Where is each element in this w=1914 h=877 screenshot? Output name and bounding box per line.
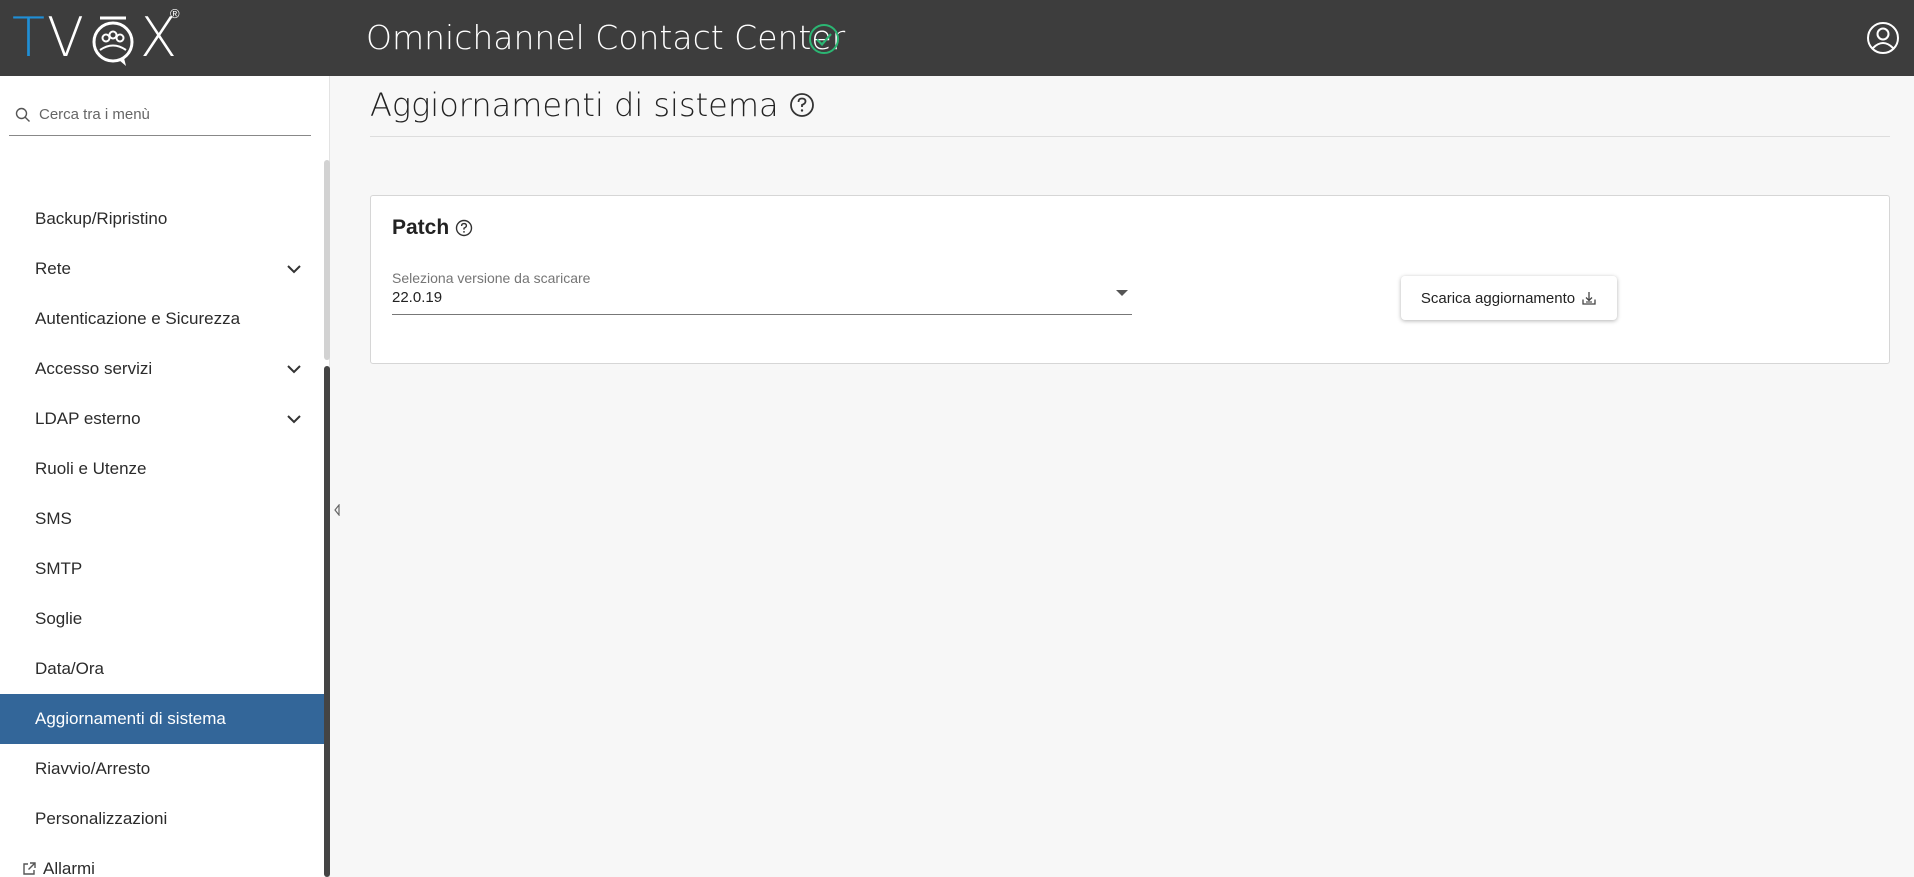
version-select-value[interactable]: 22.0.19 [392, 289, 442, 306]
sidebar-item-label: Backup/Ripristino [35, 209, 168, 228]
sidebar-item-backup-ripristino[interactable]: Backup/Ripristino [0, 194, 324, 244]
sidebar-item-label: Ruoli e Utenze [35, 459, 147, 478]
app-title: Omnichannel Contact Center [366, 18, 846, 57]
chevron-down-icon[interactable] [286, 264, 302, 274]
logo-chat-icon [86, 8, 140, 68]
download-update-button[interactable]: Scarica aggiornamento [1401, 276, 1617, 320]
search-icon [15, 107, 30, 122]
version-select[interactable]: Seleziona versione da scaricare 22.0.19 [392, 270, 1132, 315]
help-icon[interactable] [455, 219, 473, 237]
sidebar-item-accesso-servizi[interactable]: Accesso servizi [0, 344, 324, 394]
sidebar: Backup/Ripristino Rete Autenticazione e … [0, 76, 330, 877]
sidebar-item-riavvio-arresto[interactable]: Riavvio/Arresto [0, 744, 324, 794]
page-title: Aggiornamenti di sistema [370, 86, 815, 124]
sidebar-item-label: Riavvio/Arresto [35, 759, 151, 778]
scrollbar-thumb[interactable] [324, 366, 330, 877]
sidebar-item-personalizzazioni[interactable]: Personalizzazioni [0, 794, 324, 844]
top-bar: TV X ® Omnichannel Contact Center [0, 0, 1914, 76]
logo-registered-mark: ® [170, 6, 180, 21]
chevron-down-icon[interactable] [286, 414, 302, 424]
dropdown-caret-icon[interactable] [1116, 290, 1128, 296]
sidebar-item-smtp[interactable]: SMTP [0, 544, 324, 594]
version-select-label: Seleziona versione da scaricare [392, 270, 591, 286]
title-divider [370, 136, 1890, 137]
patch-card-title: Patch [392, 216, 473, 240]
menu-search[interactable] [9, 94, 311, 136]
tvox-logo: TV X [12, 6, 179, 69]
check-circle-icon [808, 23, 840, 55]
sidebar-item-sms[interactable]: SMS [0, 494, 324, 544]
page-title-text: Aggiornamenti di sistema [370, 86, 779, 124]
download-update-label: Scarica aggiornamento [1420, 289, 1576, 307]
sidebar-item-label: Accesso servizi [35, 359, 153, 378]
patch-title-text: Patch [392, 216, 450, 239]
sidebar-item-data-ora[interactable]: Data/Ora [0, 644, 324, 694]
sidebar-item-ruoli-utenze[interactable]: Ruoli e Utenze [0, 444, 324, 494]
sidebar-item-aggiornamenti[interactable]: Aggiornamenti di sistema [0, 694, 324, 744]
patch-card: Patch Seleziona versione da scaricare 22… [370, 195, 1890, 364]
sidebar-item-label: Rete [35, 259, 71, 278]
sidebar-item-label: Data/Ora [35, 659, 104, 678]
scrollbar-track[interactable] [324, 160, 330, 360]
download-icon [1581, 290, 1597, 306]
sidebar-item-label: Aggiornamenti di sistema [35, 709, 226, 728]
sidebar-item-label: Soglie [35, 609, 83, 628]
sidebar-item-label: Autenticazione e Sicurezza [35, 309, 241, 328]
user-circle-icon[interactable] [1866, 21, 1900, 55]
sidebar-item-label: Allarmi [43, 859, 95, 877]
sidebar-item-rete[interactable]: Rete [0, 244, 324, 294]
search-input[interactable] [39, 106, 299, 123]
sidebar-item-label: SMS [35, 509, 72, 528]
chevron-left-icon [334, 504, 340, 516]
sidebar-menu: Backup/Ripristino Rete Autenticazione e … [0, 194, 324, 877]
sidebar-item-label: LDAP esterno [35, 409, 141, 428]
sidebar-item-soglie[interactable]: Soglie [0, 594, 324, 644]
sidebar-item-label: SMTP [35, 559, 83, 578]
external-link-icon [21, 861, 37, 877]
sidebar-item-ldap-esterno[interactable]: LDAP esterno [0, 394, 324, 444]
sidebar-item-allarmi[interactable]: Allarmi [0, 844, 324, 877]
collapse-sidebar-handle[interactable] [330, 496, 344, 524]
chevron-down-icon[interactable] [286, 364, 302, 374]
sidebar-item-label: Personalizzazioni [35, 809, 168, 828]
sidebar-item-autenticazione[interactable]: Autenticazione e Sicurezza [0, 294, 324, 344]
help-icon[interactable] [789, 92, 815, 118]
